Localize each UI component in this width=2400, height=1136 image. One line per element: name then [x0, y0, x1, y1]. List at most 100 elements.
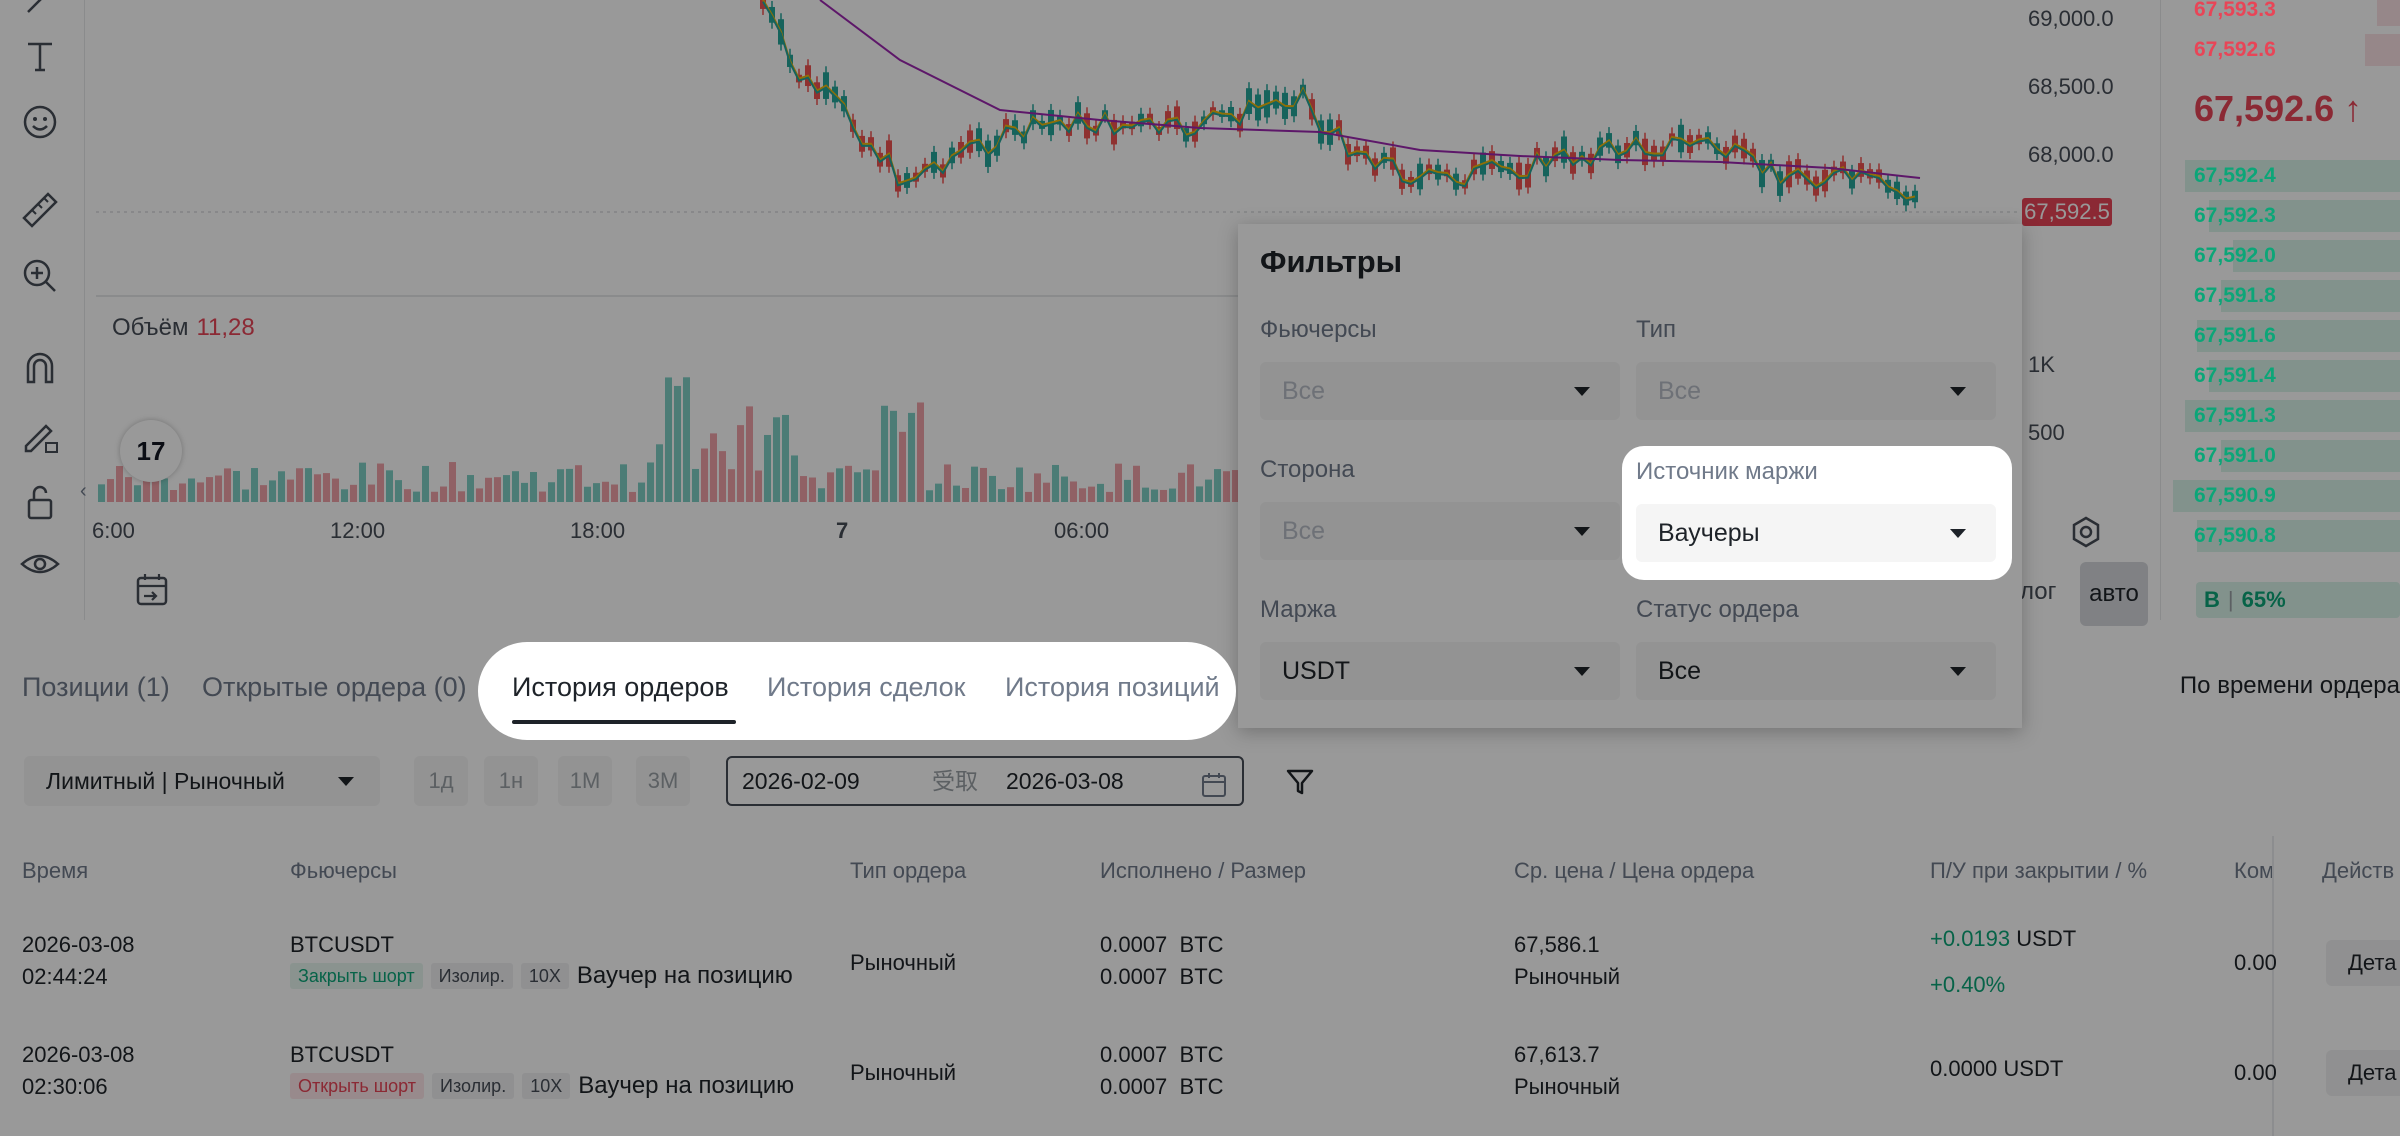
bid-row[interactable]: 67,590.8 [2161, 518, 2400, 554]
bid-row[interactable]: 67,591.3 [2161, 398, 2400, 434]
margin-source-select[interactable]: Ваучеры [1636, 504, 1996, 562]
row-order-price: Рыночный [1514, 964, 1621, 989]
period-1d-button[interactable]: 1д [414, 756, 468, 806]
volume-bar [1223, 471, 1230, 502]
row-symbol[interactable]: BTCUSDT [290, 932, 394, 958]
row-order-type: Рыночный [850, 1060, 957, 1085]
volume-bar [296, 468, 303, 502]
bid-row[interactable]: 67,591.6 [2161, 318, 2400, 354]
volume-bar [1187, 464, 1194, 502]
volume-bar [494, 477, 501, 502]
active-tab-underline [512, 720, 736, 724]
tab-open-orders[interactable]: Открытые ордера (0) [202, 672, 467, 703]
row-time: 02:30:06 [22, 1074, 108, 1099]
volume-bar [332, 478, 339, 502]
side-badge: Закрыть шорт [290, 963, 423, 990]
volume-bar [818, 488, 825, 502]
volume-bar [1052, 464, 1059, 502]
row-pnl: 0.0000 USDT [1930, 1056, 2064, 1081]
row-date: 2026-03-08 [22, 1042, 135, 1067]
time-axis-label: 7 [836, 518, 849, 543]
volume-bar [224, 468, 231, 502]
order-status-filter-label: Статус ордера [1636, 596, 1799, 623]
log-scale-button[interactable]: лог [2020, 578, 2056, 606]
type-filter-select[interactable]: Все [1636, 362, 1996, 420]
chevron-down-icon [1574, 527, 1590, 536]
tab-positions[interactable]: Позиции (1) [22, 672, 170, 703]
volume-bar [1205, 479, 1212, 502]
volume-bar [431, 491, 438, 502]
chevron-down-icon [338, 777, 354, 786]
voucher-label: Ваучер на позицию [578, 1072, 795, 1100]
bid-row[interactable]: 67,592.3 [2161, 198, 2400, 234]
futures-filter-select[interactable]: Все [1260, 362, 1620, 420]
volume-bar [314, 474, 321, 502]
volume-bar [1061, 476, 1068, 502]
volume-bar [602, 481, 609, 502]
auto-scale-button[interactable]: авто [2080, 562, 2148, 626]
volume-bar [836, 468, 843, 502]
date-from[interactable]: 2026-02-09 [742, 758, 860, 804]
bid-row[interactable]: 67,591.8 [2161, 278, 2400, 314]
buy-sell-ratio: B | 65% [2196, 582, 2400, 618]
last-price: 67,592.6 ↑ [2194, 88, 2363, 129]
period-1m-button[interactable]: 1М [558, 756, 612, 806]
filter-icon[interactable] [1284, 766, 1316, 803]
bid-row[interactable]: 67,591.0 [2161, 438, 2400, 474]
go-to-date-icon[interactable] [132, 570, 172, 615]
tab-order-history[interactable]: История ордеров [512, 672, 729, 703]
tab-position-history[interactable]: История позиций [1005, 672, 1220, 703]
volume-bar [854, 472, 861, 502]
row-symbol[interactable]: BTCUSDT [290, 1042, 394, 1068]
ask-row[interactable]: 67,593.3 [2161, 0, 2400, 28]
volume-bar [458, 491, 465, 502]
date-to[interactable]: 2026-03-08 [1006, 758, 1124, 804]
col-order-type: Тип ордера [850, 858, 967, 883]
scroll-left-icon[interactable]: ‹ [80, 480, 87, 503]
volume-bar [1079, 488, 1086, 502]
volume-bar [656, 444, 663, 502]
side-filter-select[interactable]: Все [1260, 502, 1620, 560]
date-range-picker[interactable]: 2026-02-09 受取 2026-03-08 [726, 756, 1244, 806]
volume-bar [449, 462, 456, 502]
sort-by-order-time[interactable]: По времени ордера [2180, 672, 2400, 700]
chart-settings-icon[interactable] [2066, 512, 2106, 557]
ask-row[interactable]: 67,592.6 [2161, 32, 2400, 68]
volume-bar [953, 485, 960, 502]
volume-bar [755, 470, 762, 502]
period-3m-button[interactable]: 3М [636, 756, 690, 806]
volume-bar [620, 464, 627, 502]
volume-bar [962, 487, 969, 502]
volume-bar [1070, 481, 1077, 502]
volume-bar [422, 465, 429, 502]
time-axis-label: 6:00 [92, 518, 135, 543]
volume-axis-label: 1K [2028, 352, 2055, 377]
period-1w-button[interactable]: 1н [484, 756, 538, 806]
volume-bar [1106, 491, 1113, 502]
volume-bar [845, 465, 852, 502]
order-type-select[interactable]: Лимитный | Рыночный [24, 756, 380, 806]
volume-bar [683, 377, 690, 502]
volume-bar [566, 468, 573, 502]
tab-trade-history[interactable]: История сделок [767, 672, 965, 703]
volume-bar [791, 455, 798, 502]
volume-bar [1151, 489, 1158, 502]
details-button[interactable]: Дета [2326, 940, 2400, 986]
volume-bar [998, 489, 1005, 502]
volume-bar [179, 483, 186, 502]
calendar-icon[interactable] [1200, 768, 1228, 814]
volume-bar [1007, 487, 1014, 502]
volume-bar [395, 480, 402, 502]
margin-filter-select[interactable]: USDT [1260, 642, 1620, 700]
volume-bar [629, 491, 636, 502]
bid-row[interactable]: 67,592.4 [2161, 158, 2400, 194]
order-status-filter-select[interactable]: Все [1636, 642, 1996, 700]
volume-bar [359, 462, 366, 502]
volume-bar [1016, 467, 1023, 502]
margin-badge: Изолир. [432, 1073, 515, 1100]
bid-row[interactable]: 67,592.0 [2161, 238, 2400, 274]
details-button[interactable]: Дета [2326, 1050, 2400, 1096]
volume-bar [782, 414, 789, 502]
bid-row[interactable]: 67,591.4 [2161, 358, 2400, 394]
bid-row[interactable]: 67,590.9 [2161, 478, 2400, 514]
